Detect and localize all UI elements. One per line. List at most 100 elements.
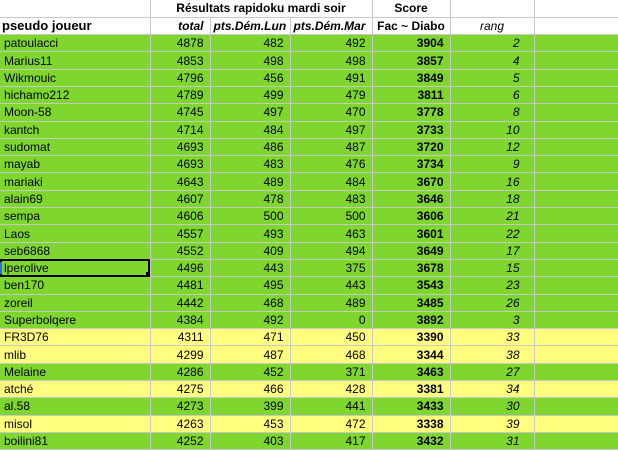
- cell[interactable]: [534, 294, 618, 312]
- pts-mar-cell[interactable]: 487: [290, 138, 373, 157]
- total-cell[interactable]: 4442: [150, 294, 211, 312]
- score-cell[interactable]: 3433: [372, 397, 451, 416]
- rang-cell[interactable]: 26: [450, 294, 535, 312]
- score-cell[interactable]: 3338: [372, 415, 451, 433]
- cell[interactable]: [534, 17, 618, 36]
- pts-lun-cell[interactable]: 499: [210, 86, 291, 105]
- score-cell[interactable]: 3390: [372, 328, 451, 347]
- cell[interactable]: [534, 138, 618, 157]
- cell[interactable]: [450, 0, 535, 18]
- pts-mar-cell[interactable]: 428: [290, 380, 373, 399]
- player-name-cell[interactable]: lperolive: [0, 259, 151, 278]
- player-name-cell[interactable]: sempa: [0, 207, 151, 226]
- rang-cell[interactable]: 9: [450, 155, 535, 174]
- header-total[interactable]: total: [150, 17, 211, 36]
- cell[interactable]: [534, 224, 618, 243]
- rang-cell[interactable]: 12: [450, 138, 535, 157]
- rang-cell[interactable]: 15: [450, 259, 535, 278]
- cell[interactable]: [534, 345, 618, 364]
- player-name-cell[interactable]: atché: [0, 380, 151, 399]
- pts-lun-cell[interactable]: 478: [210, 190, 291, 209]
- player-name-cell[interactable]: mayab: [0, 155, 151, 174]
- cell[interactable]: [534, 415, 618, 433]
- rang-cell[interactable]: 27: [450, 363, 535, 382]
- cell[interactable]: [534, 34, 618, 53]
- total-cell[interactable]: 4481: [150, 276, 211, 295]
- cell[interactable]: [534, 242, 618, 260]
- score-cell[interactable]: 3778: [372, 103, 451, 122]
- pts-lun-cell[interactable]: 452: [210, 363, 291, 382]
- score-cell[interactable]: 3733: [372, 121, 451, 139]
- total-cell[interactable]: 4693: [150, 138, 211, 157]
- pts-mar-cell[interactable]: 489: [290, 294, 373, 312]
- player-name-cell[interactable]: boilini81: [0, 432, 151, 450]
- score-cell[interactable]: 3601: [372, 224, 451, 243]
- pts-lun-cell[interactable]: 482: [210, 34, 291, 53]
- header-rang[interactable]: rang: [450, 17, 535, 36]
- rang-cell[interactable]: 22: [450, 224, 535, 243]
- score-cell[interactable]: 3543: [372, 276, 451, 295]
- player-name-cell[interactable]: ben170: [0, 276, 151, 295]
- pts-mar-cell[interactable]: 484: [290, 172, 373, 191]
- player-name-cell[interactable]: Laos: [0, 224, 151, 243]
- cell[interactable]: [534, 86, 618, 105]
- player-name-cell[interactable]: zoreil: [0, 294, 151, 312]
- total-cell[interactable]: 4286: [150, 363, 211, 382]
- player-name-cell[interactable]: sudomat: [0, 138, 151, 157]
- total-cell[interactable]: 4496: [150, 259, 211, 278]
- cell[interactable]: [534, 207, 618, 226]
- pts-lun-cell[interactable]: 492: [210, 311, 291, 330]
- pts-mar-cell[interactable]: 500: [290, 207, 373, 226]
- pts-mar-cell[interactable]: 497: [290, 121, 373, 139]
- total-cell[interactable]: 4789: [150, 86, 211, 105]
- rang-cell[interactable]: 18: [450, 190, 535, 209]
- rang-cell[interactable]: 5: [450, 69, 535, 87]
- cell[interactable]: [534, 172, 618, 191]
- pts-mar-cell[interactable]: 498: [290, 51, 373, 70]
- score-cell[interactable]: 3606: [372, 207, 451, 226]
- pts-mar-cell[interactable]: 476: [290, 155, 373, 174]
- player-name-cell[interactable]: mlib: [0, 345, 151, 364]
- rang-cell[interactable]: 30: [450, 397, 535, 416]
- player-name-cell[interactable]: FR3D76: [0, 328, 151, 347]
- score-cell[interactable]: 3381: [372, 380, 451, 399]
- cell[interactable]: [0, 0, 151, 18]
- pts-lun-cell[interactable]: 456: [210, 69, 291, 87]
- total-cell[interactable]: 4796: [150, 69, 211, 87]
- pts-lun-cell[interactable]: 500: [210, 207, 291, 226]
- total-cell[interactable]: 4557: [150, 224, 211, 243]
- score-cell[interactable]: 3678: [372, 259, 451, 278]
- pts-lun-cell[interactable]: 484: [210, 121, 291, 139]
- cell[interactable]: [534, 190, 618, 209]
- total-cell[interactable]: 4693: [150, 155, 211, 174]
- pts-mar-cell[interactable]: 494: [290, 242, 373, 260]
- pts-lun-cell[interactable]: 453: [210, 415, 291, 433]
- cell[interactable]: [534, 311, 618, 330]
- player-name-cell[interactable]: Melaine: [0, 363, 151, 382]
- player-name-cell[interactable]: mariaki: [0, 172, 151, 191]
- rang-cell[interactable]: 17: [450, 242, 535, 260]
- cell[interactable]: [534, 397, 618, 416]
- total-cell[interactable]: 4552: [150, 242, 211, 260]
- cell[interactable]: [534, 121, 618, 139]
- total-cell[interactable]: 4606: [150, 207, 211, 226]
- player-name-cell[interactable]: al.58: [0, 397, 151, 416]
- pts-mar-cell[interactable]: 468: [290, 345, 373, 364]
- player-name-cell[interactable]: Moon-58: [0, 103, 151, 122]
- pts-mar-cell[interactable]: 472: [290, 415, 373, 433]
- pts-lun-cell[interactable]: 399: [210, 397, 291, 416]
- total-cell[interactable]: 4252: [150, 432, 211, 450]
- player-name-cell[interactable]: misol: [0, 415, 151, 433]
- rang-cell[interactable]: 16: [450, 172, 535, 191]
- pts-mar-cell[interactable]: 443: [290, 276, 373, 295]
- cell[interactable]: [534, 51, 618, 70]
- pts-mar-cell[interactable]: 450: [290, 328, 373, 347]
- cell[interactable]: [534, 432, 618, 450]
- total-cell[interactable]: 4263: [150, 415, 211, 433]
- total-cell[interactable]: 4311: [150, 328, 211, 347]
- header-pseudo[interactable]: pseudo joueur: [0, 17, 151, 36]
- player-name-cell[interactable]: Marius11: [0, 51, 151, 70]
- rang-cell[interactable]: 34: [450, 380, 535, 399]
- rang-cell[interactable]: 6: [450, 86, 535, 105]
- score-cell[interactable]: 3485: [372, 294, 451, 312]
